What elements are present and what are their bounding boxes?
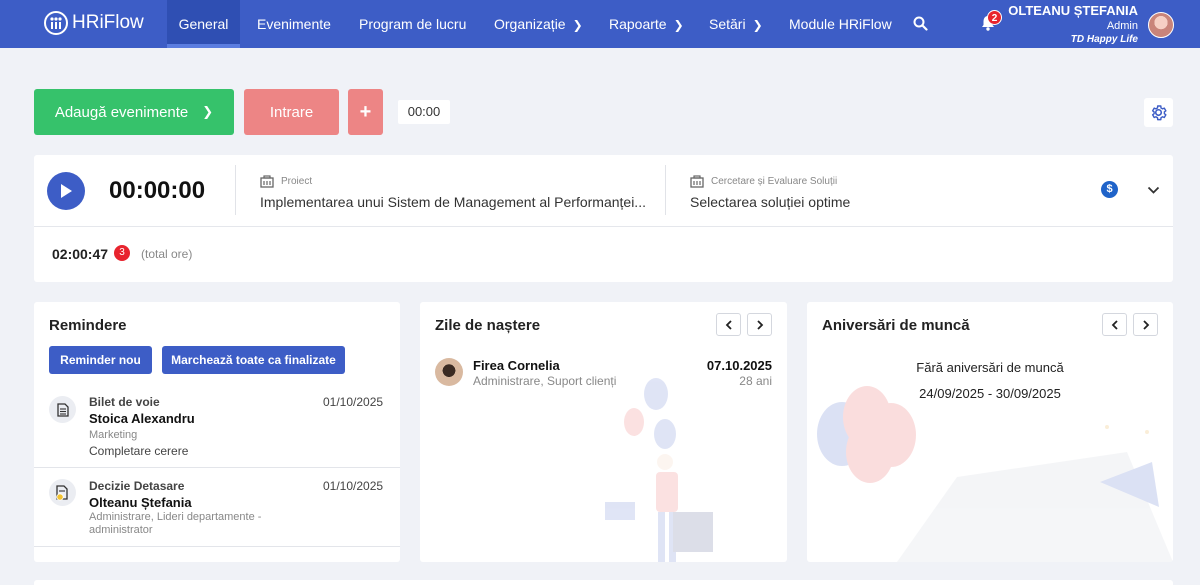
chevron-right-icon: ❯ xyxy=(572,18,583,32)
birthday-department: Administrare, Suport clienți xyxy=(473,374,617,388)
play-button[interactable] xyxy=(47,172,85,210)
reminders-card: Remindere Reminder nou Marchează toate c… xyxy=(34,302,400,562)
entry-label: Intrare xyxy=(269,103,314,121)
activity-label: Cercetare și Evaluare Soluții xyxy=(711,176,838,187)
nav-organizatie[interactable]: Organizație ❯ xyxy=(494,0,583,48)
plus-icon: + xyxy=(359,100,372,123)
nav-rapoarte-label: Rapoarte xyxy=(609,16,667,32)
birthday-date: 07.10.2025 xyxy=(706,358,772,373)
user-company: TD Happy Life xyxy=(1070,34,1138,45)
project-label: Proiect xyxy=(281,176,313,187)
timer-card-divider xyxy=(34,226,1173,227)
entry-time-display: 00:00 xyxy=(398,100,450,124)
chevron-right-icon: ❯ xyxy=(673,18,684,32)
dollar-icon[interactable]: $ xyxy=(1101,181,1118,198)
new-reminder-button[interactable]: Reminder nou xyxy=(49,346,152,374)
anniversaries-empty-text: Fără aniversări de muncă xyxy=(916,360,1064,375)
birthday-illustration xyxy=(605,378,713,562)
settings-button[interactable] xyxy=(1144,98,1173,127)
project-field-label: Proiect xyxy=(260,175,312,188)
reminders-title: Remindere xyxy=(49,317,127,334)
anniversaries-title: Aniversări de muncă xyxy=(822,317,970,334)
reminder-department: Marketing xyxy=(89,429,138,441)
app-logo[interactable]: HRiFlow xyxy=(44,11,144,35)
reminder-person: Stoica Alexandru xyxy=(89,411,195,426)
activity-field-label: Cercetare și Evaluare Soluții xyxy=(690,175,837,188)
top-navbar: HRiFlow General Evenimente Program de lu… xyxy=(0,0,1200,48)
chevron-right-icon: ❯ xyxy=(202,104,214,119)
entry-button[interactable]: Intrare xyxy=(244,89,339,135)
timer-card: 00:00:00 Proiect Implementarea unui Sist… xyxy=(34,155,1173,282)
logo-icon xyxy=(44,11,68,35)
document-clock-icon xyxy=(49,479,76,506)
add-events-button[interactable]: Adaugă evenimente ❯ xyxy=(34,89,234,135)
document-icon xyxy=(49,396,76,423)
anniversary-illustration xyxy=(817,386,1173,562)
mark-all-done-button[interactable]: Marchează toate ca finalizate xyxy=(162,346,345,374)
nav-setari[interactable]: Setări ❯ xyxy=(709,0,763,48)
search-icon[interactable] xyxy=(913,16,928,36)
nav-module-label: Module HRiFlow xyxy=(789,16,892,32)
user-name: OLTEANU ȘTEFANIA xyxy=(1008,3,1138,18)
building-icon xyxy=(690,175,704,188)
user-menu[interactable]: OLTEANU ȘTEFANIA Admin TD Happy Life xyxy=(1008,3,1138,47)
avatar[interactable] xyxy=(1148,12,1174,38)
notification-badge: 2 xyxy=(987,10,1002,25)
reminder-status: Completare cerere xyxy=(89,444,189,458)
total-time: 02:00:47 xyxy=(52,246,109,262)
next-button[interactable] xyxy=(747,313,772,336)
reminder-type: Decizie Detasare xyxy=(89,479,185,493)
nav-setari-label: Setări xyxy=(709,16,746,32)
play-icon xyxy=(61,184,72,198)
list-item[interactable]: Decizie Detasare 01/10/2025 Olteanu Ștef… xyxy=(34,468,400,547)
activity-select[interactable]: Selectarea soluției optime xyxy=(690,194,850,210)
building-icon xyxy=(260,175,274,188)
prev-button[interactable] xyxy=(716,313,741,336)
project-select[interactable]: Implementarea unui Sistem de Management … xyxy=(260,194,646,210)
add-events-label: Adaugă evenimente xyxy=(54,103,189,121)
user-role: Admin xyxy=(1106,20,1138,32)
chevron-left-icon xyxy=(725,319,732,330)
nav-module-hriflow[interactable]: Module HRiFlow xyxy=(789,0,892,48)
nav-evenimente-label: Evenimente xyxy=(257,16,331,32)
birthday-age: 28 ani xyxy=(739,374,772,388)
list-item[interactable]: Bilet de voie 01/10/2025 Stoica Alexandr… xyxy=(34,384,400,468)
avatar[interactable] xyxy=(435,358,463,386)
chevron-left-icon xyxy=(1111,319,1118,330)
chevron-right-icon: ❯ xyxy=(752,18,763,32)
prev-button[interactable] xyxy=(1102,313,1127,336)
birthday-person[interactable]: Firea Cornelia xyxy=(473,358,560,373)
birthdays-title: Zile de naștere xyxy=(435,317,541,334)
divider xyxy=(665,165,666,215)
chevron-right-icon xyxy=(1142,319,1149,330)
nav-program-de-lucru[interactable]: Program de lucru xyxy=(359,0,466,48)
next-button[interactable] xyxy=(1133,313,1158,336)
gear-icon xyxy=(1151,105,1167,121)
mark-all-label: Marchează toate ca finalizate xyxy=(171,353,336,367)
reminder-type: Bilet de voie xyxy=(89,395,160,409)
logo-text: HRiFlow xyxy=(72,12,144,33)
reminder-department: Administrare, Lideri departamente - admi… xyxy=(89,511,262,536)
reminder-date: 01/10/2025 xyxy=(323,479,384,493)
divider xyxy=(235,165,236,215)
chevron-right-icon xyxy=(756,319,763,330)
next-section-card xyxy=(34,580,1173,585)
birthdays-card: Zile de naștere Firea Cornelia Administr… xyxy=(420,302,787,562)
anniversaries-card: Aniversări de muncă Fără aniversări de m… xyxy=(807,302,1173,562)
plus-button[interactable]: + xyxy=(348,89,383,135)
nav-general[interactable]: General xyxy=(167,0,240,48)
chevron-down-icon[interactable] xyxy=(1147,182,1160,200)
timer-display: 00:00:00 xyxy=(109,177,206,204)
new-reminder-label: Reminder nou xyxy=(60,353,141,367)
nav-organizatie-label: Organizație xyxy=(494,16,566,32)
nav-general-label: General xyxy=(178,16,229,32)
total-time-label: (total ore) xyxy=(141,247,193,261)
entries-count-badge[interactable]: 3 xyxy=(114,245,130,261)
nav-rapoarte[interactable]: Rapoarte ❯ xyxy=(609,0,684,48)
nav-program-label: Program de lucru xyxy=(359,16,467,32)
anniversaries-date-range: 24/09/2025 - 30/09/2025 xyxy=(919,386,1061,401)
reminder-person: Olteanu Ștefania xyxy=(89,495,192,510)
nav-evenimente[interactable]: Evenimente xyxy=(257,0,331,48)
reminder-date: 01/10/2025 xyxy=(323,395,384,409)
